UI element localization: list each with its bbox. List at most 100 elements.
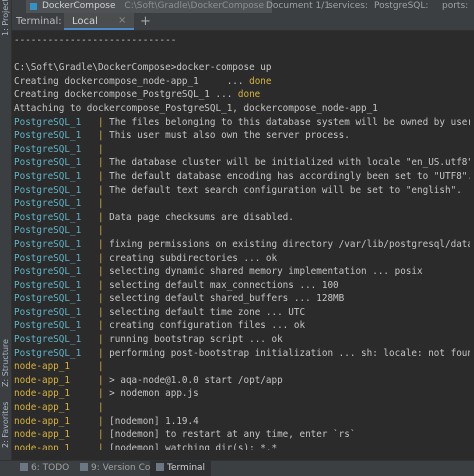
console-line: PostgreSQL_1 | — [14, 225, 110, 237]
editor-tab-path: C:\Soft\Gradle\DockerCompose — [124, 1, 265, 11]
tool-window-project[interactable]: 1: Project — [0, 0, 11, 36]
close-icon[interactable]: × — [118, 15, 126, 26]
console-line: C:\Soft\Gradle\DockerCompose>docker-comp… — [14, 62, 272, 74]
todo-label: 6: TODO — [31, 463, 70, 473]
console-line: Attaching to dockercompose_PostgreSQL_1,… — [14, 102, 378, 114]
service-prefix-node-app: node-app_1 — [14, 402, 98, 414]
terminal-output[interactable]: ----------------------------- C:\Soft\Gra… — [14, 34, 470, 450]
status-done: done — [237, 89, 261, 101]
console-line-text: The default text search configuration wi… — [109, 184, 462, 196]
service-prefix-postgresql: PostgreSQL_1 — [14, 130, 98, 142]
service-prefix-postgresql: PostgreSQL_1 — [14, 211, 98, 223]
editor-tab-label: DockerCompose — [42, 1, 116, 11]
terminal-tool-button[interactable]: Terminal — [150, 461, 212, 476]
console-line: PostgreSQL_1 | The default text search c… — [14, 184, 462, 196]
console-line-text: Creating dockercompose_node-app_1 ... — [14, 75, 250, 87]
terminal-tab-local[interactable]: Local × — [64, 13, 134, 30]
console-line: PostgreSQL_1 | performing post-bootstrap… — [14, 347, 470, 361]
console-line: PostgreSQL_1 | creating subdirectories .… — [14, 252, 278, 264]
console-line: Creating dockercompose_node-app_1 ... do… — [14, 75, 470, 89]
terminal-label: Terminal: — [16, 16, 62, 27]
console-line: node-app_1 | [nodemon] watching dir(s): … — [14, 442, 470, 450]
console-line-text: selecting default time zone ... UTC — [109, 306, 306, 318]
service-prefix-postgresql: PostgreSQL_1 — [14, 198, 98, 210]
breadcrumb-services[interactable]: services: — [328, 0, 368, 13]
console-line-text: selecting default shared_buffers ... 128… — [109, 293, 345, 305]
service-prefix-postgresql: PostgreSQL_1 — [14, 347, 98, 359]
editor-tab-dockercompose[interactable]: DockerCompose C:\Soft\Gradle\DockerCompo… — [26, 0, 273, 13]
service-prefix-postgresql: PostgreSQL_1 — [14, 252, 98, 264]
console-line: PostgreSQL_1 | selecting dynamic shared … — [14, 266, 423, 278]
console-line: Creating dockercompose_PostgreSQL_1 ... … — [14, 88, 470, 102]
todo-icon — [20, 463, 28, 471]
console-line: PostgreSQL_1 | selecting default shared_… — [14, 293, 345, 305]
console-line-text: selecting dynamic shared memory implemen… — [109, 266, 423, 278]
status-done: done — [249, 75, 272, 87]
service-prefix-postgresql: PostgreSQL_1 — [14, 116, 98, 128]
yaml-file-icon — [30, 3, 37, 10]
console-line: PostgreSQL_1 | This user must also own t… — [14, 130, 350, 142]
console-line: PostgreSQL_1 | — [14, 198, 110, 210]
document-counter: Document 1/1 — [266, 1, 330, 11]
service-prefix-node-app: node-app_1 — [14, 388, 98, 400]
console-line-text: The files belonging to this database sys… — [109, 116, 470, 128]
terminal-icon — [156, 463, 164, 471]
console-line-text: selecting default max_connections ... 10… — [109, 279, 339, 291]
project-tool-label: 1: Project — [1, 0, 10, 36]
breadcrumb-ports[interactable]: ports: — [442, 0, 468, 13]
service-prefix-postgresql: PostgreSQL_1 — [14, 157, 98, 169]
console-line-text: creating configuration files ... ok — [109, 320, 306, 332]
console-line-text: fixing permissions on existing directory… — [109, 238, 470, 250]
service-prefix-postgresql: PostgreSQL_1 — [14, 238, 98, 250]
service-prefix-postgresql: PostgreSQL_1 — [14, 170, 98, 182]
console-line-text: Data page checksums are disabled. — [109, 211, 294, 223]
tool-window-structure[interactable]: Z: Structure — [0, 330, 11, 396]
console-line: PostgreSQL_1 | fixing permissions on exi… — [14, 238, 470, 252]
console-line: PostgreSQL_1 | running bootstrap script … — [14, 334, 283, 346]
terminal-tab-label: Local — [72, 16, 98, 27]
console-line-text: [nodemon] watching dir(s): *.* — [109, 442, 278, 450]
todo-tool-button[interactable]: 6: TODO — [20, 463, 69, 473]
console-line: node-app_1 | > nodemon app.js — [14, 388, 199, 400]
console-line: PostgreSQL_1 | The default database enco… — [14, 170, 470, 184]
service-prefix-postgresql: PostgreSQL_1 — [14, 293, 98, 305]
console-line-text: [nodemon] to restart at any time, enter … — [109, 429, 356, 441]
console-line: PostgreSQL_1 | The database cluster will… — [14, 156, 470, 170]
console-line: PostgreSQL_1 | selecting default max_con… — [14, 279, 339, 291]
structure-tool-label: Z: Structure — [1, 339, 10, 387]
service-prefix-postgresql: PostgreSQL_1 — [14, 306, 98, 318]
version-control-icon — [80, 463, 88, 471]
console-line: PostgreSQL_1 | creating configuration fi… — [14, 320, 306, 332]
terminal-header: Terminal: Local × + — [12, 13, 474, 31]
console-line: node-app_1 | [nodemon] 1.19.4 — [14, 415, 199, 427]
console-line-text: > aqa-node@1.0.0 start /opt/app — [109, 374, 283, 386]
console-line-text: This user must also own the server proce… — [109, 130, 350, 142]
console-line: ----------------------------- — [14, 35, 177, 46]
service-prefix-postgresql: PostgreSQL_1 — [14, 320, 98, 332]
service-prefix-postgresql: PostgreSQL_1 — [14, 334, 98, 346]
console-line-text: [nodemon] 1.19.4 — [109, 415, 199, 427]
favorites-tool-label: 2: Favorites — [1, 401, 10, 449]
breadcrumb-postgresql[interactable]: PostgreSQL: — [374, 0, 428, 13]
service-prefix-postgresql: PostgreSQL_1 — [14, 184, 98, 196]
console-line: node-app_1 | — [14, 361, 110, 373]
bottom-tool-bar: 6: TODO 9: Version Control Terminal — [0, 460, 474, 476]
console-line-text: Creating dockercompose_PostgreSQL_1 ... — [14, 89, 238, 101]
terminal-tool-label: Terminal — [167, 463, 206, 473]
console-line: PostgreSQL_1 | The files belonging to th… — [14, 116, 470, 130]
console-line-text: The database cluster will be initialized… — [109, 157, 470, 169]
console-line-text: > nodemon app.js — [109, 388, 199, 400]
console-line-text: performing post-bootstrap initialization… — [109, 347, 470, 359]
console-line: PostgreSQL_1 | Data page checksums are d… — [14, 211, 294, 223]
console-line: PostgreSQL_1 | selecting default time zo… — [14, 306, 306, 318]
service-prefix-node-app: node-app_1 — [14, 374, 98, 386]
tool-window-favorites[interactable]: 2: Favorites — [0, 398, 11, 452]
console-line: node-app_1 | — [14, 402, 110, 414]
service-prefix-postgresql: PostgreSQL_1 — [14, 143, 98, 155]
left-tool-strip: 1: Project Z: Structure 2: Favorites — [0, 0, 12, 476]
service-prefix-postgresql: PostgreSQL_1 — [14, 225, 98, 237]
console-line-text: The default database encoding has accord… — [109, 170, 470, 182]
new-terminal-plus-icon[interactable]: + — [140, 14, 151, 29]
console-line: node-app_1 | [nodemon] to restart at any… — [14, 429, 356, 441]
